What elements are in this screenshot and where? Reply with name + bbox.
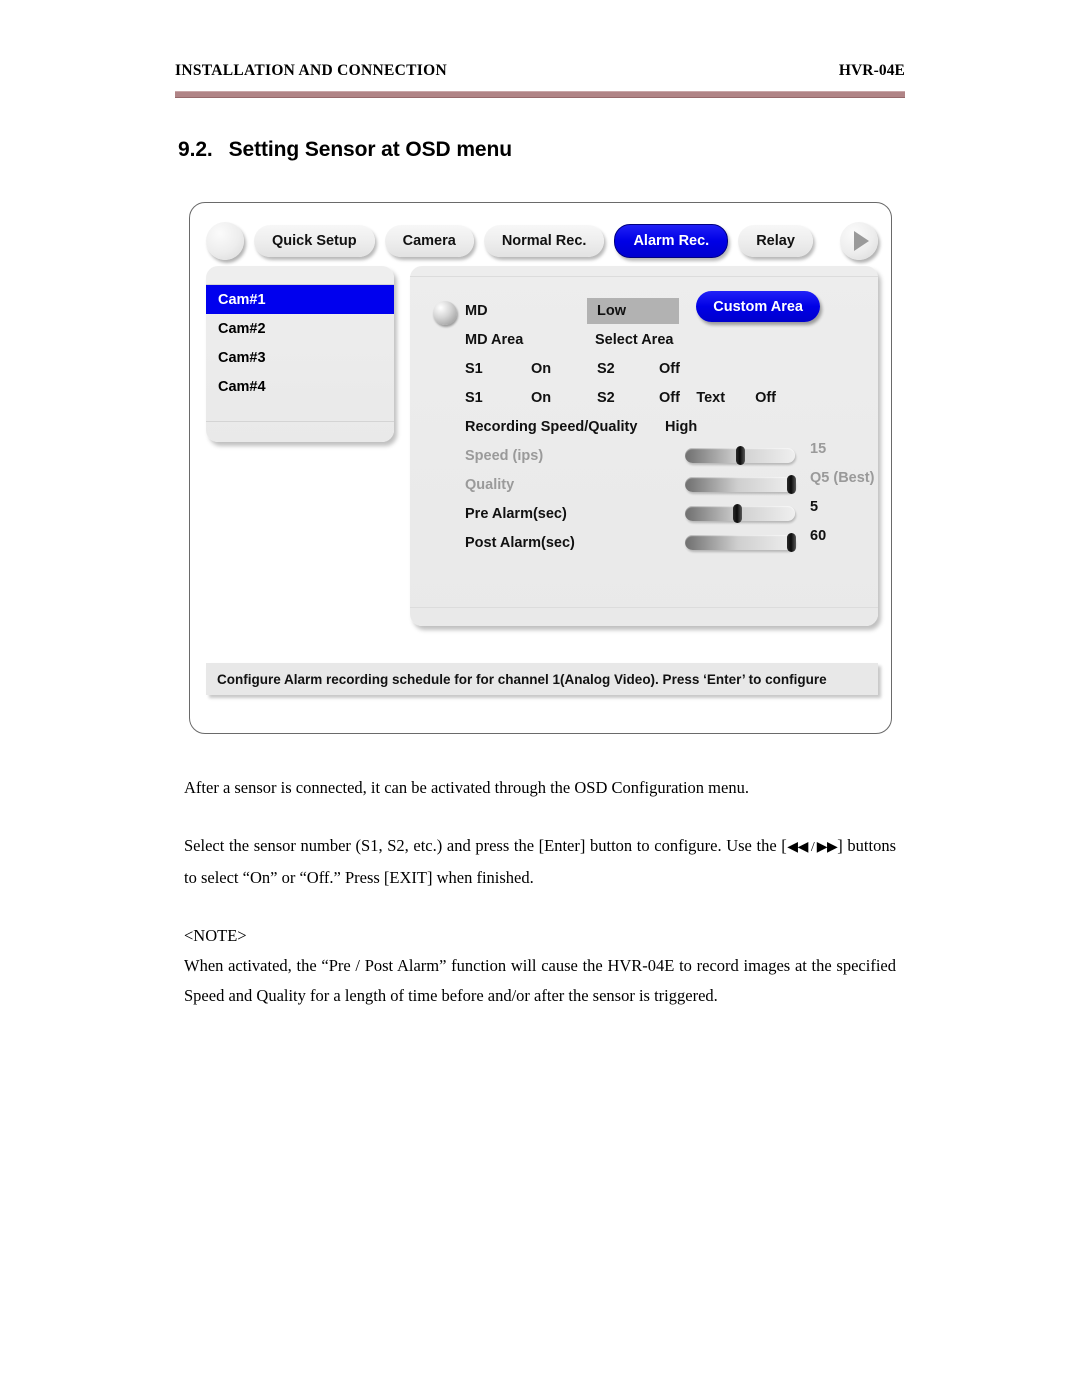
- note-heading: <NOTE>: [184, 926, 247, 945]
- osd-content-area: Cam#1 Cam#2 Cam#3 Cam#4 Custom Area MD L…: [206, 266, 878, 626]
- text-value[interactable]: Off: [755, 390, 776, 406]
- quality-slider[interactable]: [685, 475, 797, 494]
- select-area-value[interactable]: Select Area: [595, 332, 795, 348]
- recording-speed-quality-value[interactable]: High: [665, 419, 697, 435]
- alarm-settings-panel: Custom Area MD Low MD Area Select Area S…: [410, 266, 878, 626]
- settings-rows: MD Low MD Area Select Area S1 On S2 Off …: [465, 296, 874, 557]
- page-title: 9.2. Setting Sensor at OSD menu: [178, 138, 512, 162]
- camera-list-panel: Cam#1 Cam#2 Cam#3 Cam#4: [206, 266, 394, 442]
- instructions-part-1: Select the sensor number (S1, S2, etc.) …: [184, 836, 787, 855]
- row-sensor-1: S1 On S2 Off: [465, 354, 866, 383]
- next-page-button[interactable]: [840, 222, 878, 260]
- list-item-cam4[interactable]: Cam#4: [206, 372, 394, 401]
- section-number: 9.2.: [178, 138, 213, 161]
- recording-speed-quality-label: Recording Speed/Quality: [465, 418, 638, 435]
- md-label: MD: [465, 302, 488, 319]
- text-label: Text: [696, 389, 726, 406]
- pre-alarm-value: 5: [810, 499, 819, 515]
- post-alarm-slider[interactable]: [685, 533, 797, 552]
- pre-alarm-label: Pre Alarm(sec): [465, 505, 567, 522]
- slider-thumb[interactable]: [787, 533, 797, 552]
- row-post-alarm: Post Alarm(sec) 60: [465, 528, 866, 557]
- row-pre-alarm: Pre Alarm(sec) 5: [465, 499, 866, 528]
- md-area-label: MD Area: [465, 331, 524, 348]
- row-md-area: MD Area Select Area: [465, 325, 866, 354]
- row-speed-ips: Speed (ips) 15: [465, 441, 866, 470]
- note-paragraph: When activated, the “Pre / Post Alarm” f…: [184, 956, 896, 1005]
- tab-quick-setup[interactable]: Quick Setup: [254, 225, 375, 257]
- tab-alarm-rec[interactable]: Alarm Rec.: [614, 224, 729, 258]
- text-overlay-group: Text Off: [696, 390, 776, 406]
- sensor1-value-a[interactable]: On: [531, 361, 597, 377]
- paragraph-intro: After a sensor is connected, it can be a…: [184, 778, 749, 797]
- camera-panel-bottom-cap: [206, 421, 394, 442]
- osd-menu-figure: Quick Setup Camera Normal Rec. Alarm Rec…: [189, 202, 892, 734]
- osd-tab-bar: Quick Setup Camera Normal Rec. Alarm Rec…: [206, 218, 878, 264]
- paragraph-instructions: Select the sensor number (S1, S2, etc.) …: [184, 831, 896, 893]
- slider-thumb[interactable]: [787, 475, 797, 494]
- speed-ips-label: Speed (ips): [465, 447, 544, 464]
- prev-page-button[interactable]: [206, 222, 244, 260]
- list-item-cam3[interactable]: Cam#3: [206, 343, 394, 372]
- sensor2-label-a: S2: [597, 360, 615, 377]
- tab-camera[interactable]: Camera: [384, 225, 474, 257]
- sensor1-label-a: S1: [465, 360, 483, 377]
- camera-panel-top-cap: [206, 275, 394, 285]
- row-md: MD Low: [465, 296, 866, 325]
- indicator-knob-icon: [433, 301, 457, 325]
- row-quality: Quality Q5 (Best): [465, 470, 874, 499]
- settings-panel-bottom-cap: [410, 607, 878, 626]
- sensor1-label-b: S1: [465, 389, 483, 406]
- speed-ips-value: 15: [810, 441, 827, 457]
- section-title-text: Setting Sensor at OSD menu: [228, 138, 512, 161]
- quality-value: Q5 (Best): [810, 470, 875, 486]
- tab-normal-rec[interactable]: Normal Rec.: [483, 225, 605, 257]
- status-bar: Configure Alarm recording schedule for f…: [206, 663, 878, 695]
- post-alarm-label: Post Alarm(sec): [465, 534, 575, 551]
- sensor1-value-b[interactable]: On: [531, 390, 597, 406]
- sensor2-value-a[interactable]: Off: [659, 361, 739, 377]
- sensor2-label-b: S2: [597, 389, 615, 406]
- tab-relay[interactable]: Relay: [738, 225, 813, 257]
- header-divider-rule: [175, 91, 905, 98]
- speed-ips-slider[interactable]: [685, 446, 795, 465]
- md-value-field[interactable]: Low: [587, 297, 679, 324]
- triangle-right-icon: [854, 231, 869, 251]
- row-recording-speed-quality: Recording Speed/Quality High: [465, 412, 866, 441]
- list-item-cam2[interactable]: Cam#2: [206, 314, 394, 343]
- slider-thumb[interactable]: [735, 446, 745, 465]
- post-alarm-value: 60: [810, 528, 827, 544]
- navigation-arrows-glyph: ◀◀ / ▶▶: [786, 840, 838, 855]
- camera-list: Cam#1 Cam#2 Cam#3 Cam#4: [206, 285, 394, 401]
- quality-label: Quality: [465, 476, 515, 493]
- pre-alarm-slider[interactable]: [685, 504, 795, 523]
- header-model-name: HVR-04E: [838, 62, 905, 79]
- list-item-cam1[interactable]: Cam#1: [206, 285, 394, 314]
- settings-panel-top-cap: [410, 266, 878, 277]
- page-header: INSTALLATION AND CONNECTION HVR-04E: [175, 62, 905, 80]
- row-sensor-2: S1 On S2 Off Text Off: [465, 383, 866, 412]
- header-left-title: INSTALLATION AND CONNECTION: [175, 62, 447, 79]
- slider-thumb[interactable]: [733, 504, 743, 523]
